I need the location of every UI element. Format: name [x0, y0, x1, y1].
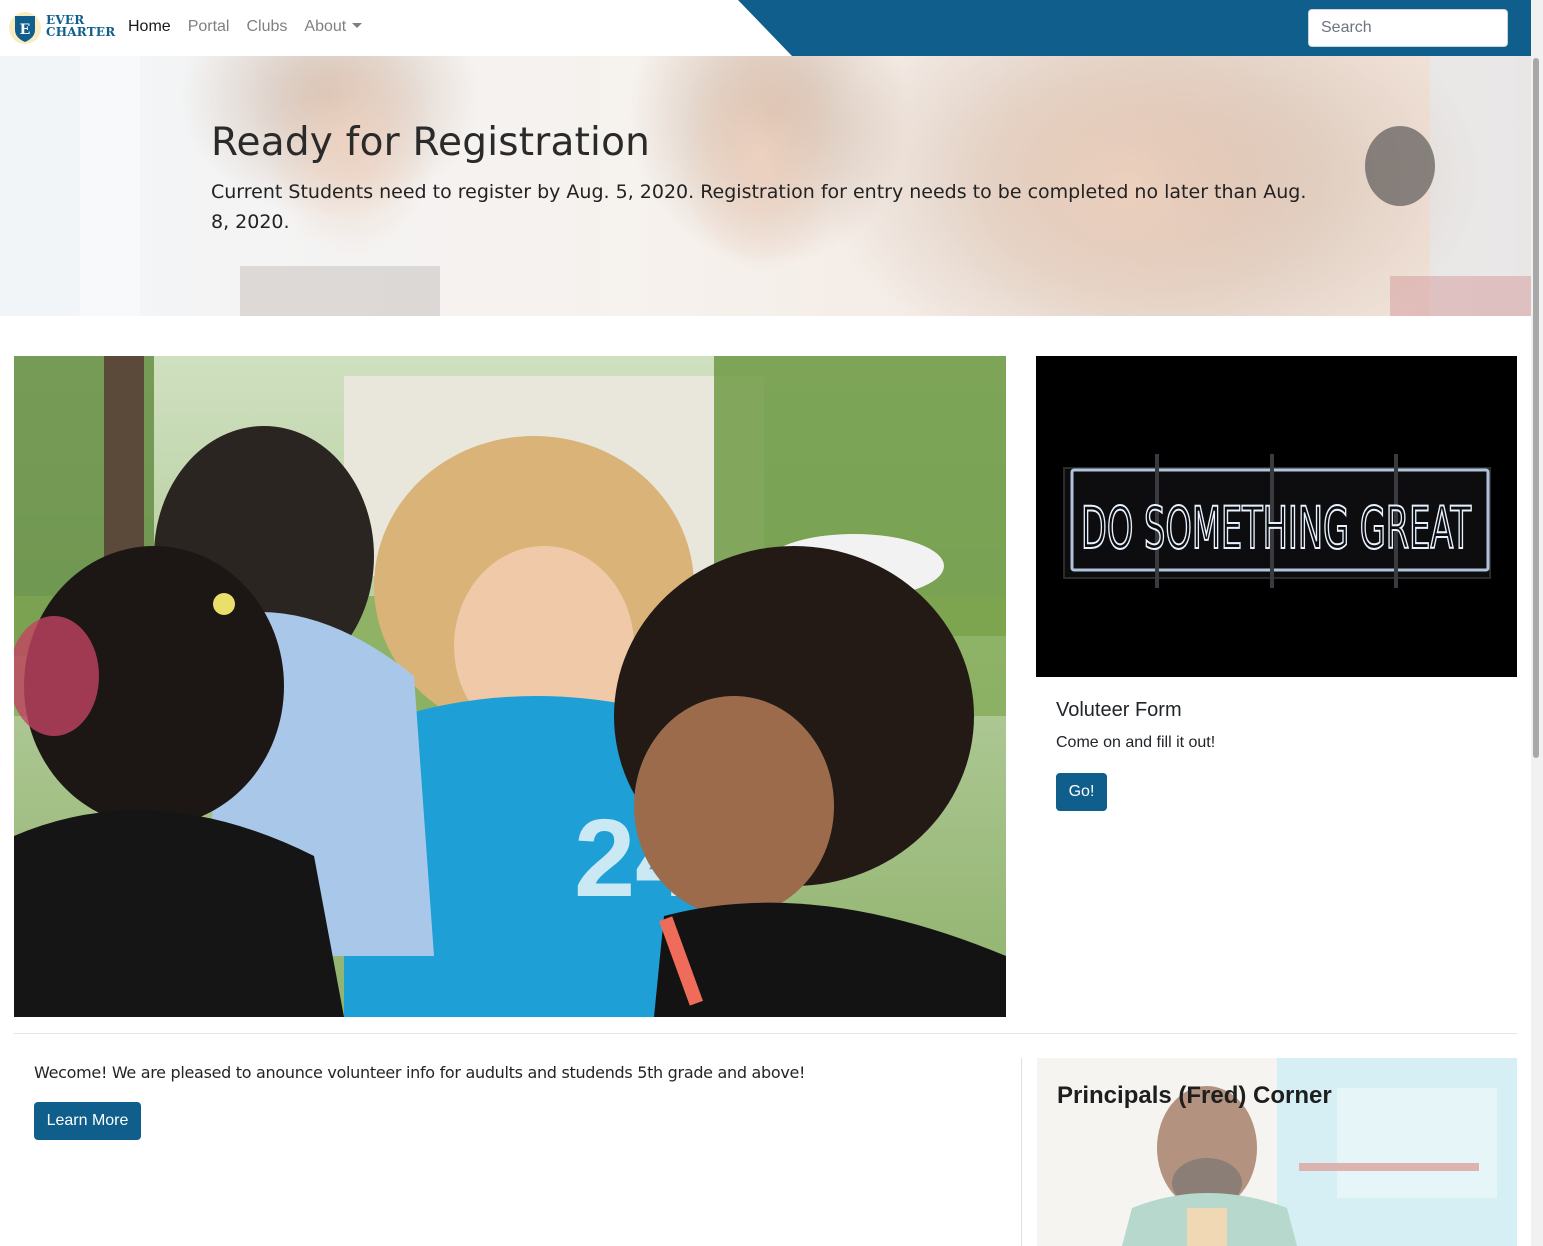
scrollbar-thumb[interactable] — [1533, 58, 1539, 758]
nav-clubs[interactable]: Clubs — [246, 18, 287, 36]
principal-corner-title: Principals (Fred) Corner — [1057, 1082, 1332, 1109]
hero-title: Ready for Registration — [211, 120, 651, 165]
hero-banner: Ready for Registration Current Students … — [0, 56, 1531, 316]
page-scrollbar[interactable] — [1531, 0, 1543, 1246]
hero-text: Current Students need to register by Aug… — [211, 181, 1307, 233]
nav-home[interactable]: Home — [128, 18, 171, 36]
brand-logo[interactable]: E EVER CHARTER — [8, 11, 115, 45]
volunteer-card-text: Come on and fill it out! — [1056, 734, 1216, 751]
principal-corner-card[interactable]: Principals (Fred) Corner — [1037, 1058, 1517, 1246]
neon-sign-text: DO SOMETHING GREAT — [1081, 494, 1472, 562]
nav-about-dropdown[interactable]: About — [304, 18, 363, 36]
students-photo: 24 — [14, 356, 1006, 1017]
volunteer-card-image: DO SOMETHING GREAT — [1036, 356, 1517, 677]
brand-line2: CHARTER — [46, 25, 116, 39]
search-input[interactable] — [1308, 9, 1508, 47]
students-photo-art: 24 — [14, 356, 1006, 1017]
column-divider — [1021, 1058, 1022, 1246]
neon-sign-art: DO SOMETHING GREAT — [1036, 356, 1517, 677]
volunteer-card-title: Voluteer Form — [1056, 699, 1182, 721]
brand-wordmark: EVER CHARTER — [46, 14, 115, 38]
shield-icon: E — [9, 12, 41, 44]
navbar: E EVER CHARTER Home Portal Clubs About — [0, 0, 1531, 56]
go-button[interactable]: Go! — [1056, 773, 1107, 811]
welcome-text: Wecome! We are pleased to anounce volunt… — [34, 1063, 806, 1082]
nav-portal[interactable]: Portal — [188, 18, 230, 36]
nav-about-label: About — [304, 18, 347, 35]
learn-more-button[interactable]: Learn More — [34, 1102, 141, 1140]
nav-links: Home Portal Clubs About — [128, 18, 379, 36]
shield-letter: E — [20, 22, 31, 38]
caret-down-icon — [352, 23, 363, 28]
section-divider — [14, 1033, 1517, 1034]
